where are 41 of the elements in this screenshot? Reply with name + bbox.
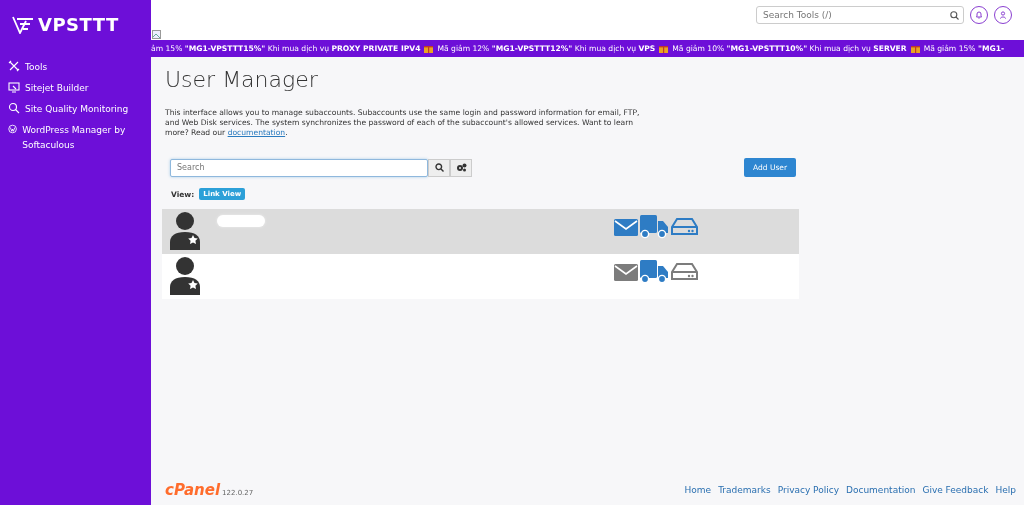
gears-icon	[455, 163, 467, 172]
hard-drive-icon[interactable]	[671, 218, 698, 236]
search-button[interactable]	[428, 158, 450, 177]
logo-icon	[12, 15, 34, 34]
sidebar-item[interactable]: Sitejet Builder	[0, 78, 151, 99]
footer-link[interactable]: Give Feedback	[922, 485, 989, 495]
gift-icon	[424, 44, 434, 53]
sidebar-item[interactable]: Site Quality Monitoring	[0, 99, 151, 120]
hard-drive-icon[interactable]	[671, 263, 698, 281]
page-title: User Manager	[165, 67, 319, 92]
tools-icon	[8, 60, 20, 72]
broken-image-icon	[152, 30, 161, 39]
footer-link[interactable]: Trademarks	[718, 485, 771, 495]
sidebar-item[interactable]: WordPress Manager by Softaculous	[0, 120, 151, 156]
search-icon	[434, 163, 444, 172]
search-field[interactable]: Search	[170, 158, 428, 177]
settings-button[interactable]	[450, 158, 472, 177]
footer-link[interactable]: Documentation	[846, 485, 916, 495]
envelope-icon[interactable]	[614, 263, 638, 281]
search-tools-box[interactable]: Search Tools (/)	[756, 6, 964, 24]
sidebar-item[interactable]: Tools	[0, 57, 151, 78]
truck-icon[interactable]	[640, 260, 669, 284]
search-icon	[950, 10, 959, 20]
wordpress-icon	[8, 123, 18, 135]
footer-link[interactable]: Home	[684, 485, 712, 495]
footer-link[interactable]: Help	[995, 485, 1016, 495]
envelope-icon[interactable]	[614, 218, 638, 236]
user-row[interactable]	[162, 209, 799, 254]
brand-name: VPSTTT	[38, 14, 119, 35]
user-icon	[999, 11, 1007, 19]
user-avatar-icon	[169, 212, 203, 250]
gift-icon	[659, 44, 669, 53]
magnifier-icon	[8, 102, 20, 114]
user-row[interactable]	[162, 254, 799, 299]
user-avatar-icon	[169, 257, 203, 295]
footer-link[interactable]: Privacy Policy	[777, 485, 839, 495]
cpanel-logo: cPanel	[165, 481, 221, 499]
bell-icon	[975, 11, 983, 19]
monitor-icon	[8, 81, 20, 93]
gift-icon	[910, 44, 920, 53]
truck-icon[interactable]	[640, 215, 669, 239]
